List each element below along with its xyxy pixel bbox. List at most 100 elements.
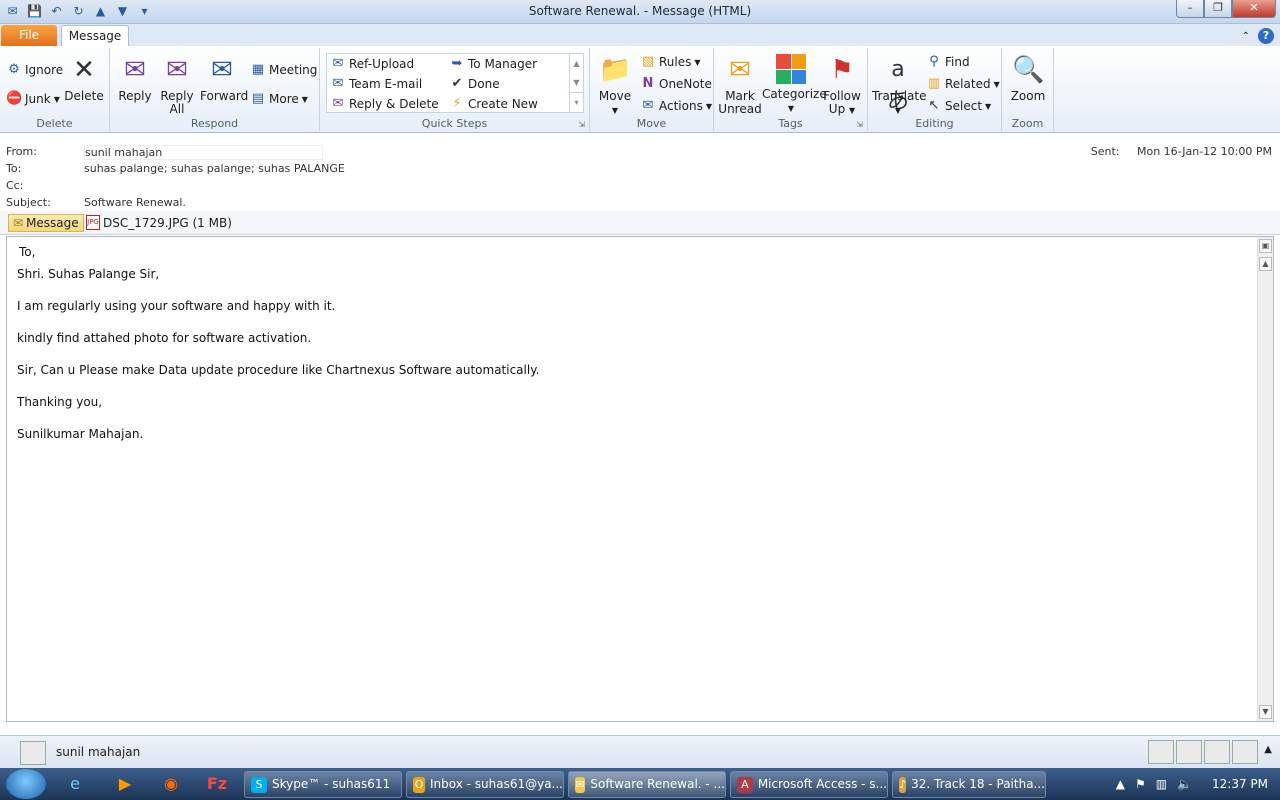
mark-unread-button[interactable]: ✉ Mark Unread xyxy=(718,54,762,116)
scroll-split-icon[interactable]: ▣ xyxy=(1259,239,1272,253)
related-button[interactable]: ▥ Related ▼ xyxy=(926,76,1000,92)
sent-label: Sent: xyxy=(1090,145,1120,158)
reply-button[interactable]: ✉ Reply xyxy=(116,54,154,103)
chevron-down-icon: ▼ xyxy=(53,94,60,104)
expand-people-pane-icon[interactable]: ▲ xyxy=(1264,744,1272,755)
taskbar-item-skype[interactable]: S Skype™ - suhas611 xyxy=(244,771,402,798)
collapse-ribbon-icon[interactable]: ⌃ xyxy=(1242,31,1250,42)
delete-group: ⚙ Ignore ⛔ Junk ▼ ✕ Delete Delete xyxy=(0,48,110,131)
avatar[interactable] xyxy=(1204,740,1230,764)
avatar[interactable] xyxy=(1232,740,1258,764)
select-button[interactable]: ↖ Select ▼ xyxy=(926,98,992,114)
taskbar-item-inbox[interactable]: O Inbox - suhas61@ya... xyxy=(406,771,564,798)
forward-icon: ➥ xyxy=(451,56,463,71)
delete-button[interactable]: ✕ Delete xyxy=(64,54,104,103)
follow-up-button[interactable]: ⚑ Follow Up ▼ xyxy=(820,54,864,117)
message-body-text: To, Shri. Suhas Palange Sir, I am regula… xyxy=(17,245,539,459)
close-button[interactable]: ✕ xyxy=(1232,0,1276,18)
zoom-group: 🔍 Zoom Zoom xyxy=(1002,48,1054,131)
zoom-button[interactable]: 🔍 Zoom xyxy=(1006,54,1050,103)
calendar-icon: ▦ xyxy=(251,62,265,77)
action-center-icon[interactable]: ⚑ xyxy=(1135,777,1146,791)
expand-gallery-icon[interactable]: ▾ xyxy=(570,92,583,111)
access-icon: A xyxy=(737,776,753,793)
move-group: 📁 Move ▼ ▧ Rules ▼ N OneNote ✉ Actions ▼… xyxy=(590,48,714,131)
maximize-button[interactable]: ❐ xyxy=(1204,0,1232,18)
taskbar-item-track[interactable]: ♪ 32. Track 18 - Paitha... xyxy=(892,771,1046,798)
quick-step-create-new[interactable]: ⚡ Create New xyxy=(449,96,537,112)
quick-step-reply-delete[interactable]: ✉ Reply & Delete xyxy=(330,96,439,112)
network-icon[interactable]: ▥ xyxy=(1156,777,1167,791)
junk-icon: ⛔ xyxy=(6,91,23,106)
avatar[interactable] xyxy=(20,741,46,765)
magnifier-icon: 🔍 xyxy=(1012,55,1045,85)
subject-label: Subject: xyxy=(6,196,51,209)
junk-button[interactable]: ⛔ Junk ▼ xyxy=(6,91,60,107)
quick-step-done[interactable]: ✔ Done xyxy=(449,76,500,92)
vertical-scrollbar[interactable]: ▣ ▲ ▼ xyxy=(1257,237,1273,721)
chevron-down-icon: ▼ xyxy=(301,94,308,104)
move-button[interactable]: 📁 Move ▼ xyxy=(594,54,636,117)
quick-step-team-email[interactable]: ✉ Team E-mail xyxy=(330,76,423,92)
avatar[interactable] xyxy=(1176,740,1202,764)
meeting-button[interactable]: ▦ Meeting xyxy=(250,62,318,78)
help-icon[interactable]: ? xyxy=(1258,28,1274,44)
tab-message[interactable]: Message xyxy=(61,25,129,47)
firefox-icon[interactable]: ◉ xyxy=(154,772,188,796)
body-line: kindly find attahed photo for software a… xyxy=(17,331,312,345)
related-icon: ▥ xyxy=(927,76,941,91)
scroll-up-icon[interactable]: ▲ xyxy=(1259,257,1272,271)
find-button[interactable]: ⚲ Find xyxy=(926,54,969,70)
taskbar-item-software-renewal[interactable]: ✉ Software Renewal. - ... xyxy=(568,771,726,798)
body-line: Sunilkumar Mahajan. xyxy=(17,427,144,441)
avatar[interactable] xyxy=(1148,740,1174,764)
body-line: I am regularly using your software and h… xyxy=(17,299,336,313)
more-button[interactable]: ▤ More ▼ xyxy=(250,91,308,107)
to-value[interactable]: suhas palange; suhas palange; suhas PALA… xyxy=(84,162,345,175)
dialog-launcher-icon[interactable]: ⇲ xyxy=(578,120,585,129)
quick-step-ref-upload[interactable]: ✉ Ref-Upload xyxy=(330,56,415,72)
chevron-down-icon: ▼ xyxy=(849,106,856,115)
message-attachment-tab[interactable]: ✉ Message xyxy=(8,214,84,232)
attachment-bar: ✉ Message JPG DSC_1729.JPG (1 MB) xyxy=(0,211,1280,235)
translate-button[interactable]: aあ Translate ▼ xyxy=(872,54,927,117)
start-button[interactable] xyxy=(6,769,46,799)
taskbar-item-access[interactable]: A Microsoft Access - s... xyxy=(730,771,888,798)
sent-value: Mon 16-Jan-12 10:00 PM xyxy=(1136,145,1272,158)
people-pane: sunil mahajan ▲ xyxy=(0,735,1280,768)
more-icon: ▤ xyxy=(251,91,265,106)
filezilla-icon[interactable]: Fz xyxy=(200,772,234,796)
from-value[interactable]: sunil mahajan xyxy=(84,145,324,160)
minimize-button[interactable]: – xyxy=(1176,0,1204,18)
volume-icon[interactable]: 🔈 xyxy=(1177,777,1192,791)
quick-step-to-manager[interactable]: ➥ To Manager xyxy=(449,56,538,72)
internet-explorer-icon[interactable]: e xyxy=(58,772,92,796)
reply-delete-icon: ✉ xyxy=(332,96,344,111)
chevron-down-icon: ▼ xyxy=(894,106,902,115)
categorize-button[interactable]: Categorize ▼ xyxy=(762,54,827,115)
image-file-icon: JPG xyxy=(86,215,100,230)
scroll-down-icon[interactable]: ▼ xyxy=(570,73,583,92)
show-hidden-icons-icon[interactable]: ▲ xyxy=(1116,777,1125,791)
quick-steps-group: ✉ Ref-Upload ✉ Team E-mail ✉ Reply & Del… xyxy=(320,48,590,131)
rules-button[interactable]: ▧ Rules ▼ xyxy=(640,54,701,70)
editing-group: aあ Translate ▼ ⚲ Find ▥ Related ▼ ↖ Sele… xyxy=(868,48,1002,131)
tab-file[interactable]: File xyxy=(1,25,57,46)
delete-x-icon: ✕ xyxy=(73,55,95,85)
reply-all-button[interactable]: ✉ Reply All xyxy=(158,54,196,116)
onenote-button[interactable]: N OneNote xyxy=(640,76,712,92)
message-body[interactable]: To, Shri. Suhas Palange Sir, I am regula… xyxy=(6,236,1274,722)
clock[interactable]: 12:37 PM xyxy=(1212,777,1268,791)
ignore-button[interactable]: ⚙ Ignore xyxy=(6,62,63,78)
attachment-file[interactable]: JPG DSC_1729.JPG (1 MB) xyxy=(86,215,232,230)
scroll-up-icon[interactable]: ▲ xyxy=(570,54,583,73)
dialog-launcher-icon[interactable]: ⇲ xyxy=(856,120,863,129)
forward-button[interactable]: ✉ Forward xyxy=(200,54,248,103)
people-pane-contacts xyxy=(1148,740,1258,764)
respond-group-label: Respond xyxy=(190,117,239,130)
scroll-down-icon[interactable]: ▼ xyxy=(1259,705,1272,719)
quick-steps-scroll[interactable]: ▲ ▼ ▾ xyxy=(569,54,583,112)
actions-button[interactable]: ✉ Actions ▼ xyxy=(640,98,712,114)
binoculars-icon: ⚲ xyxy=(929,54,939,69)
media-player-icon[interactable]: ▶ xyxy=(108,772,142,796)
